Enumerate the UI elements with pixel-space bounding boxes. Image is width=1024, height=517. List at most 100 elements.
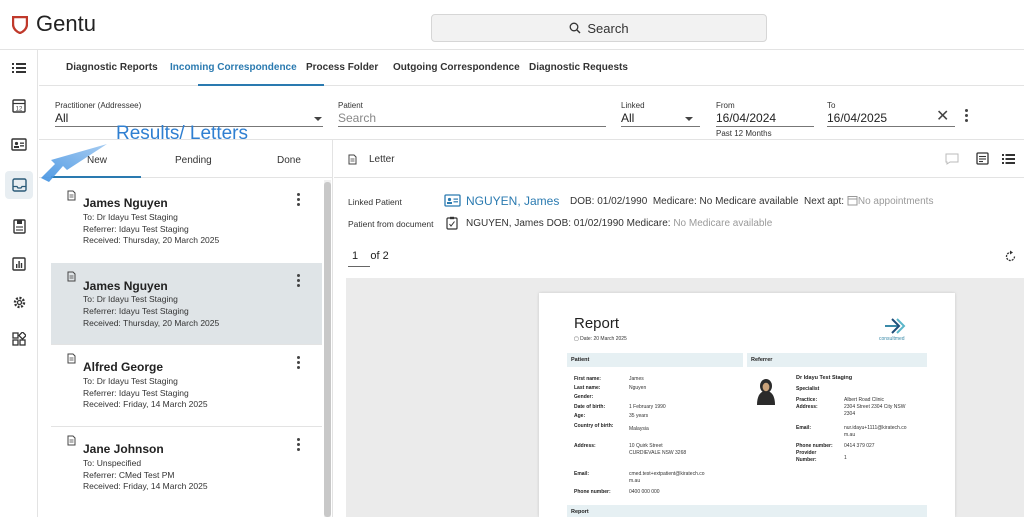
field-label: Practice: xyxy=(796,397,818,403)
tab-diagnostic-reports[interactable]: Diagnostic Reports xyxy=(66,62,158,73)
field-value: 1 xyxy=(844,455,847,461)
field-value: 2304 Street 2304 City NSW 2304 xyxy=(844,404,906,417)
addressee: To: Unspecified xyxy=(83,458,142,468)
clipboard-icon xyxy=(446,216,458,230)
chevron-down-icon[interactable] xyxy=(314,117,322,121)
report-logo-text: consultmed xyxy=(879,336,905,342)
linked-dob: DOB: 01/02/1990 xyxy=(570,196,648,207)
document-viewer[interactable]: Report ▢ Date: 20 March 2025 consultmed … xyxy=(346,278,1024,517)
field-value: Nguyen xyxy=(629,385,647,391)
field-label: Address: xyxy=(574,443,596,449)
linked-underline xyxy=(621,126,700,127)
page-total: of 2 xyxy=(370,250,389,262)
practitioner-select[interactable]: All xyxy=(55,111,68,125)
linked-patient-link[interactable]: NGUYEN, James xyxy=(466,194,559,208)
patient-from-document-details: NGUYEN, James DOB: 01/02/1990 Medicare: … xyxy=(466,218,772,229)
report-title: Report xyxy=(574,315,620,332)
referrer: Referrer: Idayu Test Staging xyxy=(83,388,189,398)
document-header: Letter xyxy=(334,140,1024,178)
patient-search-input[interactable]: Search xyxy=(338,111,376,125)
tab-process-folder[interactable]: Process Folder xyxy=(306,62,378,73)
top-bar: Gentu Search xyxy=(0,0,1024,50)
gentu-logo-icon xyxy=(12,16,28,34)
field-value: 0414 379 027 xyxy=(844,443,875,449)
patient-from-document-label: Patient from document xyxy=(348,219,434,229)
to-date-input[interactable]: 16/04/2025 xyxy=(827,111,887,125)
global-search-button[interactable]: Search xyxy=(431,14,767,42)
linked-label: Linked xyxy=(621,101,645,110)
notes-edit-icon[interactable] xyxy=(976,152,989,165)
from-date-input[interactable]: 16/04/2024 xyxy=(716,111,776,125)
linked-patient-details: DOB: 01/02/1990 Medicare: No Medicare av… xyxy=(570,195,933,207)
to-label: To xyxy=(827,101,836,110)
tab-diagnostic-requests[interactable]: Diagnostic Requests xyxy=(529,62,628,73)
patient-name: James Nguyen xyxy=(83,279,168,293)
item-more-icon[interactable] xyxy=(297,274,301,289)
document-icon xyxy=(67,190,76,201)
correspondence-list-panel: New Pending Done Results/ Letters James … xyxy=(39,123,333,517)
to-underline xyxy=(827,126,955,127)
annotation-arrow-icon xyxy=(41,144,107,182)
tab-incoming-correspondence[interactable]: Incoming Correspondence xyxy=(170,62,297,73)
consultmed-logo-icon xyxy=(885,318,906,334)
received-date: Received: Thursday, 20 March 2025 xyxy=(83,318,220,328)
linked-select[interactable]: All xyxy=(621,111,634,125)
results-letters-annotation: Results/ Letters xyxy=(116,123,248,144)
item-more-icon[interactable] xyxy=(297,193,301,208)
field-label: Phone number: xyxy=(574,489,611,495)
item-more-icon[interactable] xyxy=(297,438,301,453)
subtab-pending[interactable]: Pending xyxy=(175,155,212,166)
settings-gear-icon[interactable] xyxy=(5,288,33,316)
list-item[interactable]: Jane Johnson To: Unspecified Referrer: C… xyxy=(51,427,322,509)
page-current-input[interactable]: 1 xyxy=(352,250,358,262)
report-referrer-header: Referrer xyxy=(747,353,927,367)
page-indicator: 1 of 2 xyxy=(352,250,389,262)
tab-outgoing-correspondence[interactable]: Outgoing Correspondence xyxy=(393,62,520,73)
search-icon xyxy=(569,22,581,34)
field-value: James xyxy=(629,376,644,382)
field-value: 10 Quirk Street CURDIEVALE NSW 3268 xyxy=(629,443,687,456)
report-date: ▢ Date: 20 March 2025 xyxy=(574,336,627,342)
filter-more-icon[interactable] xyxy=(965,109,969,124)
list-scrollbar-thumb[interactable] xyxy=(324,182,331,517)
calendar-icon xyxy=(847,196,858,206)
field-label: Provider Number: xyxy=(796,450,817,463)
rotate-icon[interactable] xyxy=(1004,250,1017,263)
correspondence-tabs: Diagnostic Reports Incoming Corresponden… xyxy=(39,50,1024,86)
apps-grid-icon[interactable] xyxy=(5,325,33,353)
from-label: From xyxy=(716,101,735,110)
report-patient-header: Patient xyxy=(567,353,743,367)
document-icon xyxy=(67,435,76,446)
notes-icon[interactable] xyxy=(5,212,33,240)
patient-name: James Nguyen xyxy=(83,196,168,210)
list-view-icon[interactable] xyxy=(1002,154,1015,164)
page-input-underline xyxy=(348,266,370,267)
field-label: Address: xyxy=(796,404,818,410)
document-icon xyxy=(67,271,76,282)
calendar-icon[interactable]: 12 xyxy=(5,91,33,119)
field-label: Email: xyxy=(796,425,812,431)
menu-icon[interactable] xyxy=(5,54,33,82)
list-item[interactable]: James Nguyen To: Dr Idayu Test Staging R… xyxy=(51,263,322,345)
analytics-icon[interactable] xyxy=(5,250,33,278)
referrer: Referrer: Idayu Test Staging xyxy=(83,224,189,234)
patient-label: Patient xyxy=(338,101,363,110)
report-page: Report ▢ Date: 20 March 2025 consultmed … xyxy=(539,293,955,517)
report-body-header: Report xyxy=(567,505,927,517)
comment-icon[interactable] xyxy=(945,153,959,165)
field-value: Albert Road Clinic xyxy=(844,397,885,403)
list-item[interactable]: Alfred George To: Dr Idayu Test Staging … xyxy=(51,345,322,427)
clear-date-icon[interactable]: ✕ xyxy=(936,106,949,126)
field-label: Last name: xyxy=(574,385,601,391)
chevron-down-icon[interactable] xyxy=(685,117,693,121)
field-value: 1 February 1990 xyxy=(629,404,666,410)
subtab-done[interactable]: Done xyxy=(277,155,301,166)
next-apt-value: No appointments xyxy=(857,196,934,207)
status-subtabs: New Pending Done Results/ Letters xyxy=(39,123,333,182)
field-value: Malaysia xyxy=(629,426,649,432)
document-icon xyxy=(67,353,76,364)
list-item[interactable]: James Nguyen To: Dr Idayu Test Staging R… xyxy=(51,182,322,264)
item-more-icon[interactable] xyxy=(297,356,301,371)
addressee: To: Dr Idayu Test Staging xyxy=(83,294,178,304)
field-label: Date of birth: xyxy=(574,404,606,410)
